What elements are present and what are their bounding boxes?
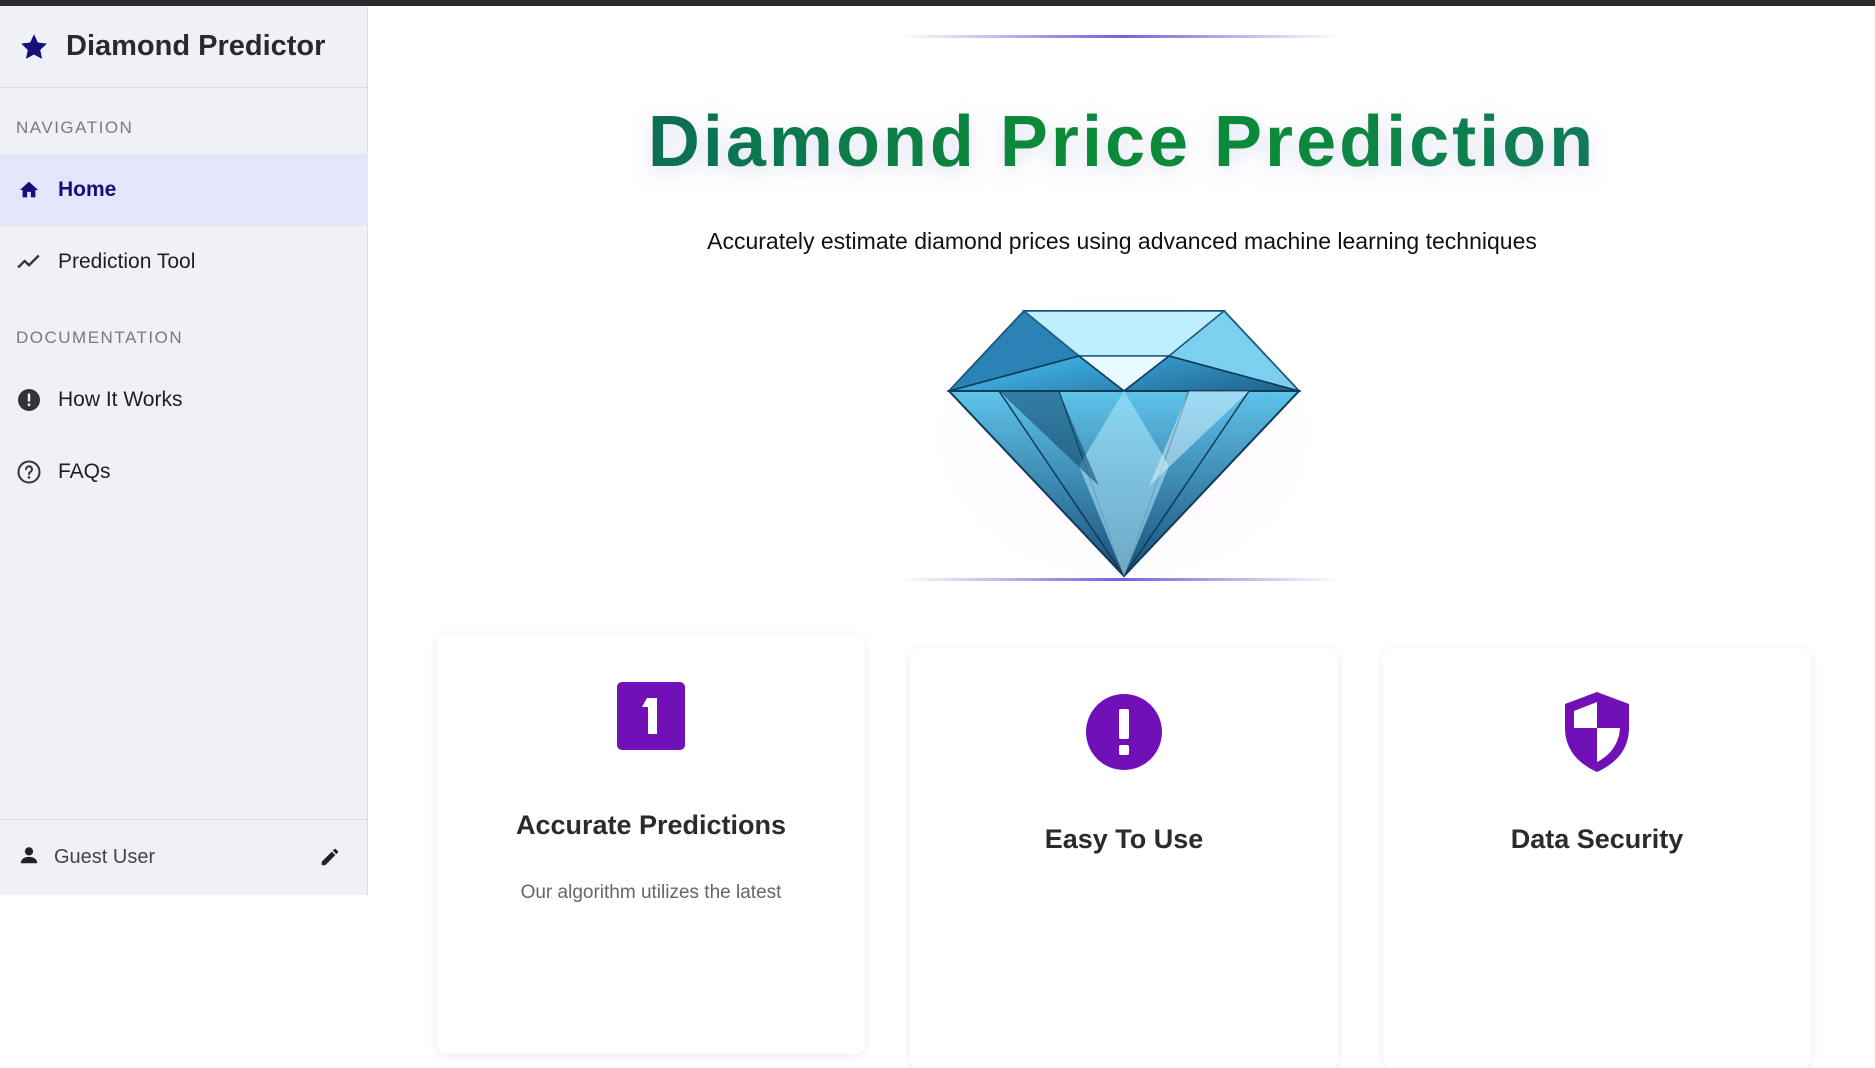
- trending-up-icon: [16, 249, 42, 275]
- main-content: Diamond Price Prediction Accurately esti…: [369, 6, 1875, 1068]
- sidebar-item-prediction-tool[interactable]: Prediction Tool: [0, 226, 368, 298]
- sidebar-item-faqs[interactable]: FAQs: [0, 436, 368, 508]
- page-title: Diamond Price Prediction: [369, 101, 1875, 183]
- number-one-icon: [437, 682, 865, 750]
- feature-card-data-security: Data Security: [1383, 648, 1811, 1068]
- help-circle-icon: [16, 459, 42, 485]
- diamond-image: [934, 291, 1314, 581]
- sidebar: Diamond Predictor NAVIGATION Home Predic…: [0, 6, 368, 895]
- feature-title: Data Security: [1510, 824, 1684, 854]
- bottom-divider: [901, 578, 1341, 581]
- feature-title: Easy To Use: [1044, 824, 1204, 854]
- exclamation-circle-icon: [910, 694, 1338, 770]
- alert-circle-icon: [16, 387, 42, 413]
- sidebar-item-how-it-works[interactable]: How It Works: [0, 364, 368, 436]
- sidebar-item-label: Prediction Tool: [58, 250, 196, 273]
- edit-icon[interactable]: [317, 844, 343, 870]
- shield-icon: [1383, 690, 1811, 774]
- feature-card-accurate-predictions: Accurate Predictions Our algorithm utili…: [437, 634, 865, 1054]
- brand[interactable]: Diamond Predictor: [0, 6, 367, 88]
- feature-description: Our algorithm utilizes the latest: [520, 882, 782, 903]
- page-subtitle: Accurately estimate diamond prices using…: [707, 228, 1537, 254]
- sidebar-item-label: FAQs: [58, 460, 111, 483]
- feature-title: Accurate Predictions: [515, 810, 787, 840]
- app-title: Diamond Predictor: [66, 30, 326, 62]
- section-label-documentation: DOCUMENTATION: [16, 328, 184, 347]
- home-icon: [16, 177, 42, 203]
- sidebar-item-label: Home: [58, 178, 117, 201]
- feature-card-easy-to-use: Easy To Use: [910, 648, 1338, 1068]
- section-label-navigation: NAVIGATION: [16, 118, 134, 137]
- user-name: Guest User: [54, 846, 156, 868]
- user-footer: Guest User: [0, 819, 367, 895]
- sidebar-item-label: How It Works: [58, 388, 183, 411]
- sidebar-item-home[interactable]: Home: [0, 154, 368, 226]
- star-icon: [18, 31, 50, 63]
- person-icon: [18, 844, 40, 871]
- top-divider: [901, 35, 1341, 38]
